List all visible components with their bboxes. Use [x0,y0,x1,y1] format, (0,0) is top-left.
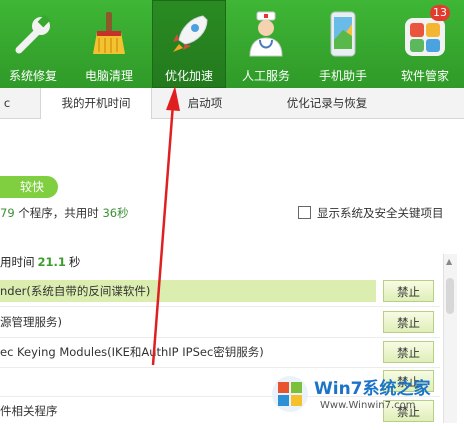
watermark-brand: Win7系统之家 [314,379,431,399]
site-watermark: Win7系统之家 Www.Winwin7.com [270,366,464,423]
annotation-arrow [151,86,180,366]
watermark-url: Www.Winwin7.com [320,400,416,411]
